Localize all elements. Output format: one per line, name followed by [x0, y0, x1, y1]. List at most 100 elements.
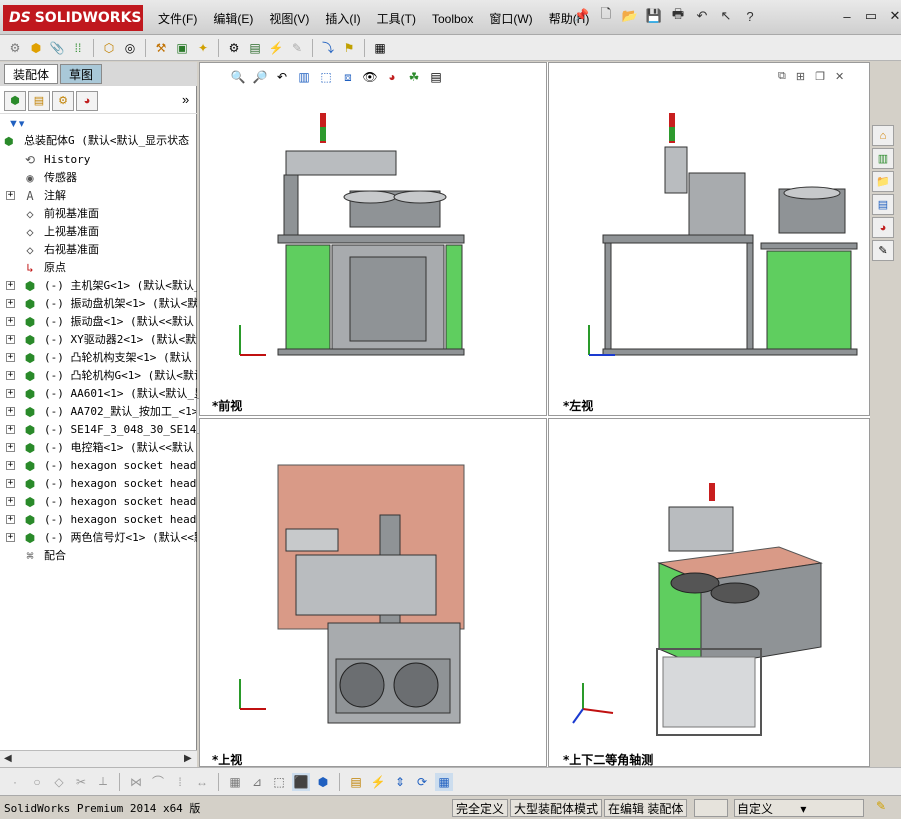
- menu-tools[interactable]: 工具(T): [369, 9, 424, 29]
- circle-icon[interactable]: ○: [28, 773, 46, 791]
- tree-item[interactable]: + ⬢ (-) 电控箱<1> (默认<<默认: [0, 439, 197, 457]
- explode-line-icon[interactable]: ⚡: [267, 39, 285, 57]
- expand-icon[interactable]: +: [6, 191, 15, 200]
- tree-scrollbar[interactable]: ◀ ▶: [0, 750, 197, 767]
- expand-icon[interactable]: +: [6, 479, 15, 488]
- tree-item[interactable]: + ⬢ (-) hexagon socket head c: [0, 493, 197, 511]
- close-pane-icon[interactable]: ✕: [835, 70, 844, 83]
- tree-item[interactable]: ◇ 前视基准面: [0, 205, 197, 223]
- new-document-icon[interactable]: 🗋: [596, 6, 616, 26]
- zoom-to-area-icon[interactable]: 🔎: [251, 68, 269, 86]
- help-icon[interactable]: ?: [740, 6, 760, 26]
- scroll-right-icon[interactable]: ▶: [184, 753, 192, 764]
- view-palette-icon[interactable]: ▤: [872, 194, 894, 215]
- previous-view-icon[interactable]: ↶: [273, 68, 291, 86]
- custom-properties-icon[interactable]: ✎: [872, 240, 894, 261]
- tree-item[interactable]: + ⬢ (-) hexagon socket head c: [0, 511, 197, 529]
- tree-item[interactable]: + ⬢ (-) SE14F_3_048_30_SE14F-3: [0, 421, 197, 439]
- tree-item[interactable]: ⟲ History: [0, 151, 197, 169]
- paperclip-icon[interactable]: 📎: [48, 39, 66, 57]
- expand-icon[interactable]: +: [6, 335, 15, 344]
- file-explorer-icon[interactable]: 📁: [872, 171, 894, 192]
- expand-icon[interactable]: +: [6, 389, 15, 398]
- tree-item[interactable]: + A 注解: [0, 187, 197, 205]
- tab-sketch[interactable]: 草图: [60, 64, 103, 84]
- display-manager-icon[interactable]: ◕: [76, 90, 98, 111]
- rotate-component-icon[interactable]: ⤵: [319, 39, 337, 57]
- reference-geometry-icon[interactable]: ▣: [173, 39, 191, 57]
- save-icon[interactable]: 💾: [644, 6, 664, 26]
- pin-icon[interactable]: 📌: [574, 8, 589, 22]
- large-assembly-icon[interactable]: ▦: [371, 39, 389, 57]
- offset-icon[interactable]: ⟂: [94, 773, 112, 791]
- design-library-icon[interactable]: ▥: [872, 148, 894, 169]
- zoom-to-fit-icon[interactable]: 🔍: [229, 68, 247, 86]
- tree-item[interactable]: + ⬢ (-) 凸轮机构支架<1> (默认: [0, 349, 197, 367]
- smart-fasteners-icon[interactable]: ⚑: [340, 39, 358, 57]
- menu-edit[interactable]: 编辑(E): [205, 9, 261, 29]
- view-orientation-icon[interactable]: ⬚: [317, 68, 335, 86]
- property-manager-icon[interactable]: ▤: [28, 90, 50, 111]
- edit-appearance-icon[interactable]: ◕: [383, 68, 401, 86]
- tree-item[interactable]: + ⬢ (-) AA702_默认_按加工_<1>: [0, 403, 197, 421]
- bill-of-materials-icon[interactable]: ⚙: [225, 39, 243, 57]
- expand-icon[interactable]: +: [6, 497, 15, 506]
- configuration-manager-icon[interactable]: ⚙: [52, 90, 74, 111]
- dot-icon[interactable]: ·: [6, 773, 24, 791]
- fillet-icon[interactable]: ⌒: [149, 773, 167, 791]
- minimize-icon[interactable]: –: [838, 7, 856, 25]
- blue-cube-icon[interactable]: ⬢: [314, 773, 332, 791]
- graphics-area[interactable]: *前视 *左视 *上视 *上下二等角轴测 🔍 🔎 ↶ ▥ ⬚ ⧈ 👁 ◕ ☘ ▤: [199, 62, 870, 767]
- open-folder-icon[interactable]: 📂: [620, 6, 640, 26]
- tree-item[interactable]: + ⬢ (-) 振动盘机架<1> (默认<默: [0, 295, 197, 313]
- expand-icon[interactable]: +: [6, 515, 15, 524]
- undo-icon[interactable]: ↶: [692, 6, 712, 26]
- polygon-icon[interactable]: ◇: [50, 773, 68, 791]
- shaded-cube-icon[interactable]: ⬛: [292, 772, 310, 791]
- tree-item[interactable]: ◇ 右视基准面: [0, 241, 197, 259]
- viewport-isometric[interactable]: *上下二等角轴测: [548, 418, 870, 767]
- rotate-icon[interactable]: ⟳: [413, 773, 431, 791]
- tree-item[interactable]: ⌘ 配合: [0, 547, 197, 562]
- instant3d-icon[interactable]: ✎: [288, 39, 306, 57]
- expand-icon[interactable]: +: [6, 371, 15, 380]
- expand-arrows-icon[interactable]: »: [182, 92, 189, 107]
- expand-icon[interactable]: +: [6, 299, 15, 308]
- insert-components-icon[interactable]: ⚙: [6, 39, 24, 57]
- appearances-icon[interactable]: ◕: [872, 217, 894, 238]
- tree-item[interactable]: + ⬢ (-) 凸轮机构G<1> (默认<默认: [0, 367, 197, 385]
- tree-item[interactable]: + ⬢ (-) XY驱动器2<1> (默认<默认: [0, 331, 197, 349]
- expand-icon[interactable]: +: [6, 461, 15, 470]
- menu-view[interactable]: 视图(V): [261, 9, 317, 29]
- print-icon[interactable]: 🖶: [668, 6, 688, 26]
- mirror-icon[interactable]: ⋈: [127, 773, 145, 791]
- expand-icon[interactable]: +: [6, 317, 15, 326]
- cube-icon[interactable]: ⬚: [270, 773, 288, 791]
- filter-icon[interactable]: ▼▾: [8, 117, 24, 130]
- view-settings-icon[interactable]: ▤: [427, 68, 445, 86]
- tree-item[interactable]: + ⬢ (-) 主机架G<1> (默认<默认_: [0, 277, 197, 295]
- feature-tree-icon[interactable]: ⬢: [4, 90, 26, 111]
- assembly-features-icon[interactable]: ⚒: [152, 39, 170, 57]
- tree-item[interactable]: ◉ 传感器: [0, 169, 197, 187]
- move-icon[interactable]: ⇕: [391, 773, 409, 791]
- expand-icon[interactable]: +: [6, 353, 15, 362]
- expand-icon[interactable]: +: [6, 443, 15, 452]
- tree-root[interactable]: ⬢ 总装配体G (默认<默认_显示状态: [0, 132, 197, 151]
- menu-toolbox[interactable]: Toolbox: [424, 9, 481, 29]
- expand-icon[interactable]: +: [6, 407, 15, 416]
- apply-scene-icon[interactable]: ☘: [405, 68, 423, 86]
- expand-icon[interactable]: +: [6, 281, 15, 290]
- scroll-left-icon[interactable]: ◀: [4, 753, 12, 764]
- expand-icon[interactable]: +: [6, 533, 15, 542]
- menu-window[interactable]: 窗口(W): [481, 9, 540, 29]
- tree-item[interactable]: ↳ 原点: [0, 259, 197, 277]
- hide-show-items-icon[interactable]: 👁: [361, 68, 379, 86]
- tile-views-icon[interactable]: ⊞: [796, 70, 805, 83]
- menu-file[interactable]: 文件(F): [150, 9, 205, 29]
- link-views-icon[interactable]: ⧉: [778, 70, 786, 83]
- move-component-icon[interactable]: ⬡: [100, 39, 118, 57]
- grid-icon[interactable]: ▦: [226, 773, 244, 791]
- restore-pane-icon[interactable]: ❐: [815, 70, 825, 83]
- new-motion-study-icon[interactable]: ✦: [194, 39, 212, 57]
